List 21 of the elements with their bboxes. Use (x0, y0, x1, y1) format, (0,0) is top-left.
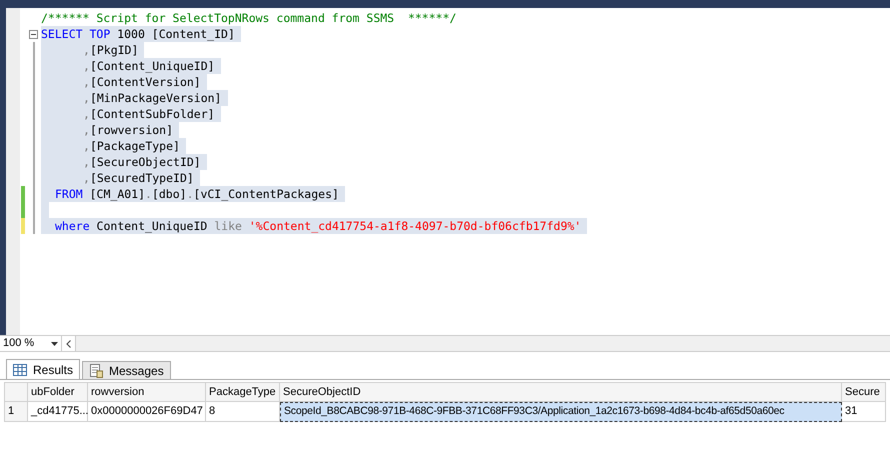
row-number: 1 (4, 402, 28, 422)
scroll-left-button[interactable] (62, 336, 76, 351)
table-cell: 31 (842, 402, 886, 422)
result-tab[interactable]: Messages (82, 361, 171, 379)
column-header[interactable]: ubFolder (28, 382, 88, 402)
column-header[interactable]: Secure (842, 382, 886, 402)
collapse-icon[interactable] (29, 30, 38, 38)
table-cell: ScopeId_B8CABC98-971B-468C-9FBB-371C68FF93C3/Application_1a2c1673-b698-4d84-bc4b-af65d50a60ec (280, 402, 842, 422)
column-header[interactable]: rowversion (88, 382, 206, 402)
document-icon (89, 364, 104, 378)
caret-icon (51, 342, 58, 346)
chevron-left-icon (66, 340, 71, 348)
zoom-dropdown[interactable]: 100 % (0, 336, 62, 351)
row-header-corner (4, 382, 28, 402)
column-header[interactable]: PackageType (206, 382, 280, 402)
column-header[interactable]: SecureObjectID (280, 382, 842, 402)
code-line: /****** Script for SelectTopNRows command from SSMS ******/ (41, 10, 458, 26)
result-tab[interactable]: Results (6, 359, 80, 379)
table-cell: _cd41775... (28, 402, 88, 422)
table-cell: 0x0000000026F69D47 (88, 402, 206, 422)
grid-icon (13, 364, 27, 376)
